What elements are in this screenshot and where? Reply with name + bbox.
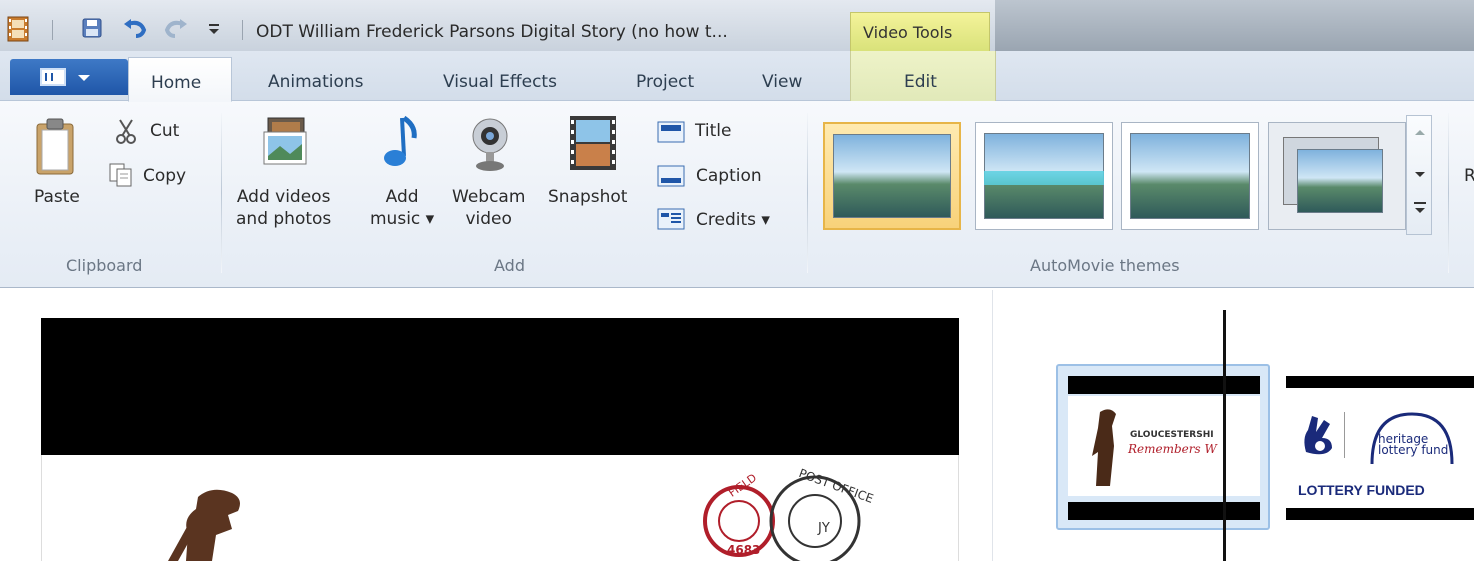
cut-button[interactable]: Cut bbox=[150, 121, 179, 141]
scroll-up-icon[interactable] bbox=[1415, 130, 1425, 135]
video-preview-top bbox=[41, 318, 959, 455]
pane-divider[interactable] bbox=[992, 290, 993, 561]
add-videos-line2: and photos bbox=[236, 209, 332, 229]
title-bar-right bbox=[995, 0, 1474, 51]
clip-thumbnail: GLOUCESTERSHI Remembers W bbox=[1068, 396, 1260, 496]
theme-gallery-scroller[interactable] bbox=[1406, 115, 1432, 235]
stamp-number-text: 4683 bbox=[727, 543, 761, 557]
clipboard-group-label: Clipboard bbox=[66, 256, 143, 275]
tab-home[interactable]: Home bbox=[128, 57, 232, 102]
heritage-text: heritage lottery fund bbox=[1378, 433, 1449, 457]
add-group-label: Add bbox=[494, 256, 525, 275]
theme-preview-image bbox=[1130, 133, 1250, 219]
lottery-funded-text: LOTTERY FUNDED bbox=[1298, 482, 1425, 498]
paste-icon bbox=[36, 118, 74, 175]
video-tools-context-label: Video Tools bbox=[850, 12, 990, 51]
qa-separator-2 bbox=[242, 20, 243, 40]
chevron-down-icon bbox=[78, 75, 90, 81]
music-note-icon bbox=[384, 115, 417, 166]
scroll-down-icon[interactable] bbox=[1415, 172, 1425, 177]
storyboard-clip-1[interactable]: GLOUCESTERSHI Remembers W bbox=[1056, 364, 1270, 530]
webcam-line2: video bbox=[465, 209, 512, 229]
theme-thumbnail-4[interactable] bbox=[1268, 122, 1406, 230]
caption-icon bbox=[657, 165, 685, 187]
soldier-silhouette-icon bbox=[1092, 409, 1116, 486]
theme-thumbnail-1[interactable] bbox=[823, 122, 961, 230]
snapshot-icon bbox=[570, 116, 616, 170]
next-group-label-partial[interactable]: R bbox=[1464, 166, 1474, 186]
scissors-icon bbox=[116, 119, 136, 144]
title-bar bbox=[0, 0, 1474, 51]
redo-icon[interactable] bbox=[163, 18, 189, 38]
lottery-crossed-fingers-icon bbox=[1304, 416, 1332, 455]
clip-letterbox-bottom bbox=[1068, 502, 1260, 520]
add-music-line2: music ▾ bbox=[370, 209, 435, 229]
theme-thumbnail-2[interactable] bbox=[975, 122, 1113, 230]
group-separator bbox=[221, 113, 222, 273]
title-icon bbox=[657, 121, 685, 143]
clip-letterbox-top bbox=[1068, 376, 1260, 394]
clip-letterbox-top bbox=[1286, 376, 1474, 388]
heritage-line2: lottery fund bbox=[1378, 443, 1449, 457]
theme-banner bbox=[984, 171, 1104, 185]
gallery-more-bar bbox=[1414, 202, 1426, 204]
snapshot-button[interactable]: Snapshot bbox=[548, 186, 627, 208]
theme-preview-image bbox=[1297, 149, 1383, 213]
customize-qa-dropdown-icon[interactable] bbox=[207, 18, 221, 38]
save-icon[interactable] bbox=[82, 18, 102, 38]
add-videos-button[interactable]: Add videos and photos bbox=[236, 186, 331, 230]
application-menu-button[interactable] bbox=[10, 59, 128, 95]
tab-visual-effects[interactable]: Visual Effects bbox=[443, 72, 557, 92]
webcam-icon bbox=[472, 118, 508, 171]
title-button[interactable]: Title bbox=[695, 121, 731, 141]
soldier-silhouette-icon bbox=[168, 489, 240, 561]
credits-button[interactable]: Credits ▾ bbox=[696, 210, 770, 230]
copy-icon bbox=[109, 163, 132, 187]
tab-edit[interactable]: Edit bbox=[904, 72, 937, 92]
group-separator bbox=[807, 113, 808, 273]
video-preview-frame: FIELD 4683 POST OFFICE JY bbox=[41, 455, 959, 561]
timeline-playhead[interactable] bbox=[1223, 310, 1226, 561]
automovie-themes-group-label: AutoMovie themes bbox=[1030, 256, 1180, 275]
qa-separator bbox=[52, 20, 53, 40]
gallery-more-icon[interactable] bbox=[1415, 208, 1425, 213]
logo-divider bbox=[1344, 412, 1345, 458]
tab-project[interactable]: Project bbox=[636, 72, 694, 92]
add-music-button[interactable]: Add music ▾ bbox=[370, 186, 434, 230]
add-videos-photos-icon bbox=[263, 117, 307, 165]
group-separator bbox=[1448, 113, 1449, 273]
webcam-line1: Webcam bbox=[452, 187, 526, 207]
webcam-video-button[interactable]: Webcam video bbox=[452, 186, 525, 230]
paste-button[interactable]: Paste bbox=[34, 186, 80, 208]
film-app-icon[interactable] bbox=[6, 16, 30, 42]
stamp-date-text: JY bbox=[818, 521, 830, 536]
clip1-title-line2: Remembers W bbox=[1128, 442, 1217, 456]
undo-icon[interactable] bbox=[122, 18, 148, 38]
storyboard-clip-2[interactable]: heritage lottery fund LOTTERY FUNDED bbox=[1286, 376, 1474, 520]
caption-button[interactable]: Caption bbox=[696, 166, 762, 186]
copy-button[interactable]: Copy bbox=[143, 166, 186, 186]
theme-thumbnail-3[interactable] bbox=[1121, 122, 1259, 230]
clip-letterbox-bottom bbox=[1286, 508, 1474, 520]
add-music-line1: Add bbox=[385, 187, 419, 207]
window-title: ODT William Frederick Parsons Digital St… bbox=[256, 22, 728, 42]
app-menu-icon bbox=[40, 68, 66, 86]
tab-view[interactable]: View bbox=[762, 72, 802, 92]
tab-animations[interactable]: Animations bbox=[268, 72, 364, 92]
add-videos-line1: Add videos bbox=[236, 187, 331, 207]
clip1-title-line1: GLOUCESTERSHI bbox=[1130, 430, 1214, 440]
theme-preview-image bbox=[833, 134, 951, 218]
credits-icon bbox=[657, 208, 685, 230]
